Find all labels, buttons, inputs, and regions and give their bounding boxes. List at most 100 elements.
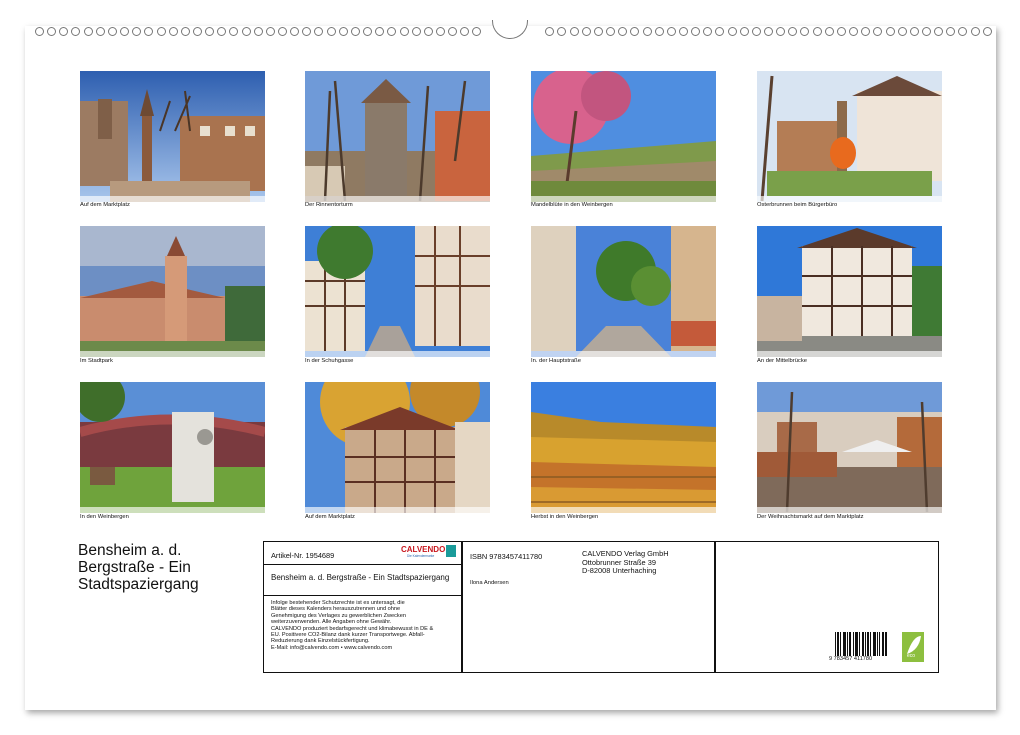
eco-label: eco — [907, 653, 915, 659]
binding-ring — [630, 27, 639, 36]
isbn: ISBN 9783457411780 — [470, 552, 542, 561]
binding-ring — [813, 27, 822, 36]
binding-ring — [144, 27, 153, 36]
month-photo-6 — [305, 226, 490, 357]
binding-ring — [339, 27, 348, 36]
month-caption-12: Der Weihnachtsmarkt auf dem Marktplatz — [757, 514, 864, 520]
binding-ring — [157, 27, 166, 36]
binding-ring — [679, 27, 688, 36]
calendar-title: Bensheim a. d. Bergstraße - Ein Stadtspa… — [78, 542, 258, 593]
binding-ring — [594, 27, 603, 36]
calvendo-logo: CALVENDO Die Kalendermarke — [401, 545, 456, 559]
month-caption-3: Mandelblüte in den Weinbergen — [531, 202, 613, 208]
binding-ring — [351, 27, 360, 36]
binding-ring — [971, 27, 980, 36]
binding-ring — [934, 27, 943, 36]
binding-ring — [96, 27, 105, 36]
month-caption-1: Auf dem Marktplatz — [80, 202, 130, 208]
binding-ring — [375, 27, 384, 36]
binding-ring — [47, 27, 56, 36]
binding-ring — [861, 27, 870, 36]
binding-ring — [582, 27, 591, 36]
month-photo-5 — [80, 226, 265, 357]
binding-ring — [193, 27, 202, 36]
binding-ring — [205, 27, 214, 36]
month-caption-7: In. der Hauptstraße — [531, 358, 581, 364]
binding-ring — [108, 27, 117, 36]
binding-ring — [363, 27, 372, 36]
month-caption-4: Osterbrunnen beim Bürgerbüro — [757, 202, 837, 208]
binding-ring — [643, 27, 652, 36]
binding-ring — [242, 27, 251, 36]
binding-ring — [59, 27, 68, 36]
legal-notice: Infolge bestehender Schutzrechte ist es … — [271, 600, 461, 651]
binding-ring — [606, 27, 615, 36]
month-photo-8 — [757, 226, 942, 357]
binding-ring — [327, 27, 336, 36]
binding-ring — [922, 27, 931, 36]
month-caption-9: In den Weinbergen — [80, 514, 129, 520]
binding-ring — [740, 27, 749, 36]
binding-ring — [314, 27, 323, 36]
product-info-box: Artikel-Nr. 1954689 CALVENDO Die Kalende… — [263, 541, 939, 673]
binding-ring — [278, 27, 287, 36]
eco-badge: eco — [902, 632, 924, 662]
binding-ring — [436, 27, 445, 36]
binding-ring — [728, 27, 737, 36]
binding-ring — [958, 27, 967, 36]
binding-ring — [946, 27, 955, 36]
binding-ring — [254, 27, 263, 36]
binding-ring — [910, 27, 919, 36]
binding-ring — [387, 27, 396, 36]
binding-ring — [120, 27, 129, 36]
binding-ring — [703, 27, 712, 36]
publisher-address: CALVENDO Verlag GmbH Ottobrunner Straße … — [582, 550, 669, 576]
logo-mark — [446, 545, 456, 557]
month-photo-12 — [757, 382, 942, 513]
binding-ring — [132, 27, 141, 36]
product-title: Bensheim a. d. Bergstraße - Ein Stadtspa… — [271, 573, 457, 582]
binding-ring — [400, 27, 409, 36]
month-photo-11 — [531, 382, 716, 513]
month-photo-4 — [757, 71, 942, 202]
binding-ring — [873, 27, 882, 36]
binding-ring — [898, 27, 907, 36]
month-caption-11: Herbst in den Weinbergen — [531, 514, 598, 520]
month-caption-10: Auf dem Marktplatz — [305, 514, 355, 520]
binding-ring — [460, 27, 469, 36]
month-photo-10 — [305, 382, 490, 513]
binding-ring — [35, 27, 44, 36]
month-photo-7 — [531, 226, 716, 357]
binding-ring — [570, 27, 579, 36]
logo-subtext: Die Kalendermarke — [407, 554, 434, 558]
binding-ring — [266, 27, 275, 36]
binding-ring — [448, 27, 457, 36]
binding-ring — [545, 27, 554, 36]
binding-ring — [412, 27, 421, 36]
author-name: Ilona Andersen — [470, 580, 509, 586]
binding-ring — [424, 27, 433, 36]
binding-ring — [229, 27, 238, 36]
binding-ring — [557, 27, 566, 36]
binding-ring — [983, 27, 992, 36]
binding-ring — [84, 27, 93, 36]
binding-ring — [825, 27, 834, 36]
binding-ring — [302, 27, 311, 36]
binding-ring — [752, 27, 761, 36]
binding-ring — [788, 27, 797, 36]
month-caption-2: Der Rinnentorturm — [305, 202, 353, 208]
binding-ring — [472, 27, 481, 36]
barcode-number: 9 783457 411780 — [829, 656, 872, 662]
binding-ring — [290, 27, 299, 36]
binding-ring — [71, 27, 80, 36]
month-photo-2 — [305, 71, 490, 202]
binding-ring — [849, 27, 858, 36]
binding-ring — [618, 27, 627, 36]
binding-ring — [691, 27, 700, 36]
barcode: 9 783457 411780 — [835, 632, 889, 662]
article-number: Artikel-Nr. 1954689 — [271, 551, 334, 560]
binding-ring — [217, 27, 226, 36]
month-caption-6: In der Schuhgasse — [305, 358, 353, 364]
month-photo-1 — [80, 71, 265, 202]
binding-ring — [667, 27, 676, 36]
